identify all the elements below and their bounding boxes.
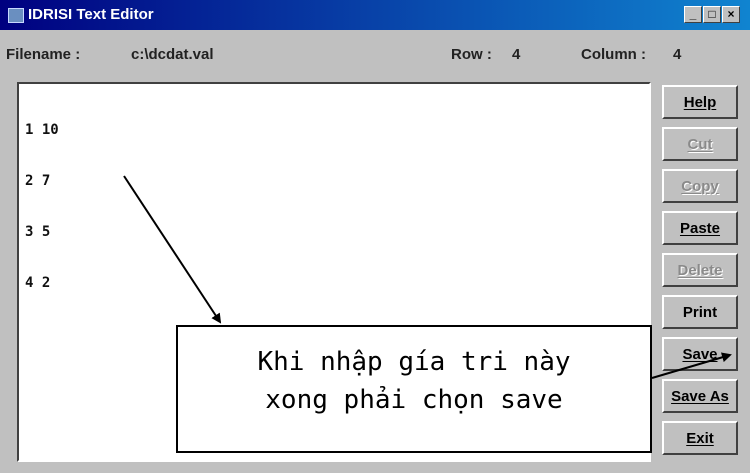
save-button[interactable]: Save — [662, 337, 738, 371]
info-bar: Filename : c:\dcdat.val Row : 4 Column :… — [0, 30, 750, 82]
exit-button[interactable]: Exit — [662, 421, 738, 455]
editor-line: 1 10 — [25, 122, 59, 138]
filename-value: c:\dcdat.val — [131, 46, 214, 63]
annotation-line: Khi nhập gía tri này — [257, 347, 571, 377]
app-icon — [8, 8, 24, 23]
minimize-button[interactable]: _ — [684, 6, 702, 23]
column-label: Column : — [581, 46, 646, 63]
delete-button[interactable]: Delete — [662, 253, 738, 287]
editor-line: 3 5 — [25, 224, 51, 240]
help-button[interactable]: Help — [662, 85, 738, 119]
editor-line: 2 7 — [25, 173, 51, 189]
column-value: 4 — [673, 46, 682, 63]
row-value: 4 — [512, 46, 521, 63]
row-label: Row : — [451, 46, 492, 63]
title-bar: IDRISI Text Editor _ □ × — [0, 0, 750, 30]
editor-content: 1 10 2 7 3 5 4 2 — [25, 88, 59, 326]
print-button[interactable]: Print — [662, 295, 738, 329]
close-button[interactable]: × — [722, 6, 740, 23]
paste-button[interactable]: Paste — [662, 211, 738, 245]
filename-label: Filename : — [6, 46, 81, 63]
editor-line: 4 2 — [25, 275, 51, 291]
annotation-callout: Khi nhập gía tri này xong phải chọn save — [176, 325, 652, 453]
cut-button[interactable]: Cut — [662, 127, 738, 161]
copy-button[interactable]: Copy — [662, 169, 738, 203]
save-as-button[interactable]: Save As — [662, 379, 738, 413]
maximize-button[interactable]: □ — [703, 6, 721, 23]
window-title: IDRISI Text Editor — [28, 6, 154, 23]
annotation-line: xong phải chọn save — [265, 385, 563, 415]
